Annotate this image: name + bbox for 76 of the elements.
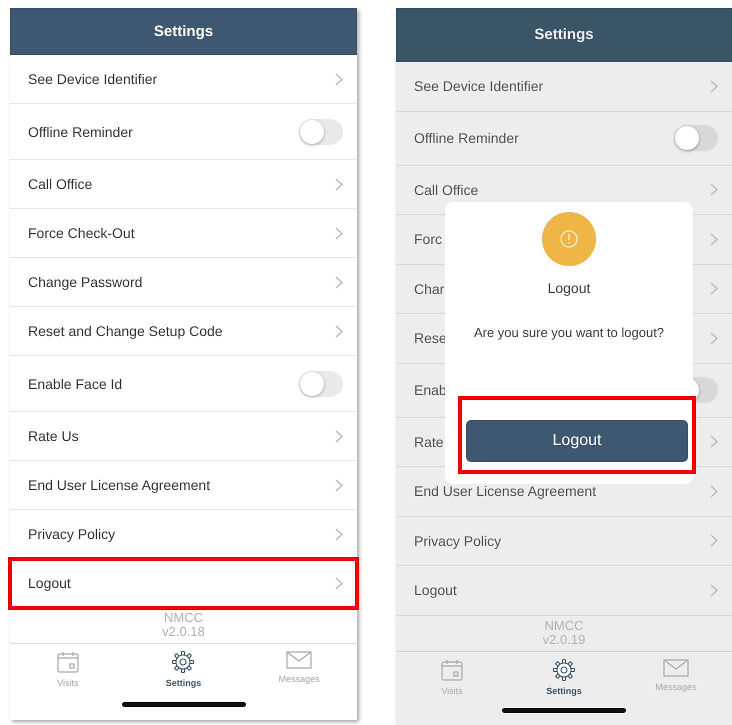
chevron-icon bbox=[335, 178, 343, 190]
app-name: NMCC bbox=[544, 618, 584, 632]
settings-row[interactable]: Privacy Policy bbox=[10, 510, 357, 559]
row-label: See Device Identifier bbox=[414, 78, 544, 94]
row-label: Reset and Change Setup Code bbox=[28, 323, 223, 339]
settings-row[interactable]: Enable Face Id bbox=[10, 356, 357, 412]
chevron-icon bbox=[710, 183, 718, 196]
chevron-icon bbox=[335, 276, 343, 288]
row-label: Force Check-Out bbox=[28, 225, 135, 241]
settings-row[interactable]: Offline Reminder bbox=[10, 104, 357, 160]
tab-item[interactable]: Settings bbox=[138, 650, 228, 688]
calendar-icon bbox=[56, 650, 80, 674]
row-label: Logout bbox=[28, 575, 71, 591]
chevron-icon bbox=[335, 226, 343, 240]
chevron-icon bbox=[335, 430, 343, 442]
row-label: Enable Face Id bbox=[28, 376, 122, 392]
row-label: See Device Identifier bbox=[28, 71, 158, 87]
envelope-icon bbox=[663, 658, 689, 678]
chevron-icon bbox=[335, 324, 343, 338]
version-text: v2.0.19 bbox=[542, 632, 586, 646]
row-label: Rese bbox=[414, 330, 447, 346]
chevron-icon bbox=[710, 584, 718, 597]
screen-title: Settings bbox=[10, 8, 357, 55]
settings-row[interactable]: Reset and Change Setup Code bbox=[10, 307, 357, 356]
settings-row[interactable]: Logout bbox=[10, 559, 357, 608]
row-label: End User License Agreement bbox=[28, 477, 210, 493]
gear-icon bbox=[552, 658, 576, 682]
chevron-icon bbox=[335, 72, 343, 86]
toggle-switch[interactable] bbox=[299, 370, 343, 396]
calendar-icon bbox=[440, 658, 464, 682]
chevron-icon bbox=[710, 484, 718, 498]
gear-icon bbox=[171, 650, 196, 674]
row-label: Rate bbox=[414, 434, 444, 450]
row-label: Logout bbox=[414, 582, 457, 598]
row-label: Forc bbox=[414, 231, 442, 248]
settings-row[interactable]: Privacy Policy bbox=[396, 516, 732, 566]
chevron-icon bbox=[335, 478, 343, 492]
settings-row[interactable]: See Device Identifier bbox=[396, 62, 732, 112]
chevron-icon bbox=[710, 232, 718, 246]
settings-row[interactable]: Offline Reminder bbox=[396, 112, 732, 166]
row-label: Enab bbox=[414, 382, 447, 398]
settings-row[interactable]: See Device Identifier bbox=[10, 55, 357, 104]
envelope-icon bbox=[286, 650, 312, 670]
row-label: Change Password bbox=[28, 274, 142, 290]
toggle-switch[interactable] bbox=[674, 125, 718, 151]
chevron-icon bbox=[710, 534, 718, 548]
row-label: Rate Us bbox=[28, 428, 79, 444]
settings-row[interactable]: Call Office bbox=[10, 160, 357, 209]
version-text: v2.0.18 bbox=[162, 625, 205, 639]
dialog-message: Are you sure you want to logout? bbox=[474, 325, 664, 340]
alert-icon bbox=[542, 212, 596, 266]
row-label: End User License Agreement bbox=[414, 483, 596, 500]
settings-row[interactable]: Change Password bbox=[10, 258, 357, 307]
row-label: Char bbox=[414, 280, 444, 297]
chevron-icon bbox=[710, 282, 718, 296]
tab-item[interactable]: Settings bbox=[519, 658, 609, 696]
settings-row[interactable]: End User License Agreement bbox=[10, 461, 357, 510]
toggle-switch[interactable] bbox=[299, 118, 343, 144]
row-label: Privacy Policy bbox=[414, 532, 502, 549]
settings-row[interactable]: Logout bbox=[396, 566, 732, 616]
row-label: Offline Reminder bbox=[414, 130, 519, 146]
row-label: Offline Reminder bbox=[28, 124, 133, 140]
screen-title: Settings bbox=[396, 8, 732, 62]
chevron-icon bbox=[335, 576, 343, 590]
row-label: Call Office bbox=[28, 176, 92, 192]
row-label: Call Office bbox=[414, 182, 478, 198]
settings-row[interactable]: Rate Us bbox=[10, 412, 357, 461]
chevron-icon bbox=[710, 435, 718, 448]
chevron-icon bbox=[710, 332, 718, 345]
app-name: NMCC bbox=[164, 611, 203, 625]
dialog-title: Logout bbox=[548, 280, 590, 296]
logout-button[interactable]: Logout bbox=[466, 420, 688, 462]
row-label: Privacy Policy bbox=[28, 526, 116, 542]
settings-row[interactable]: Force Check-Out bbox=[10, 209, 357, 258]
chevron-icon bbox=[710, 80, 718, 93]
chevron-icon bbox=[335, 528, 343, 540]
